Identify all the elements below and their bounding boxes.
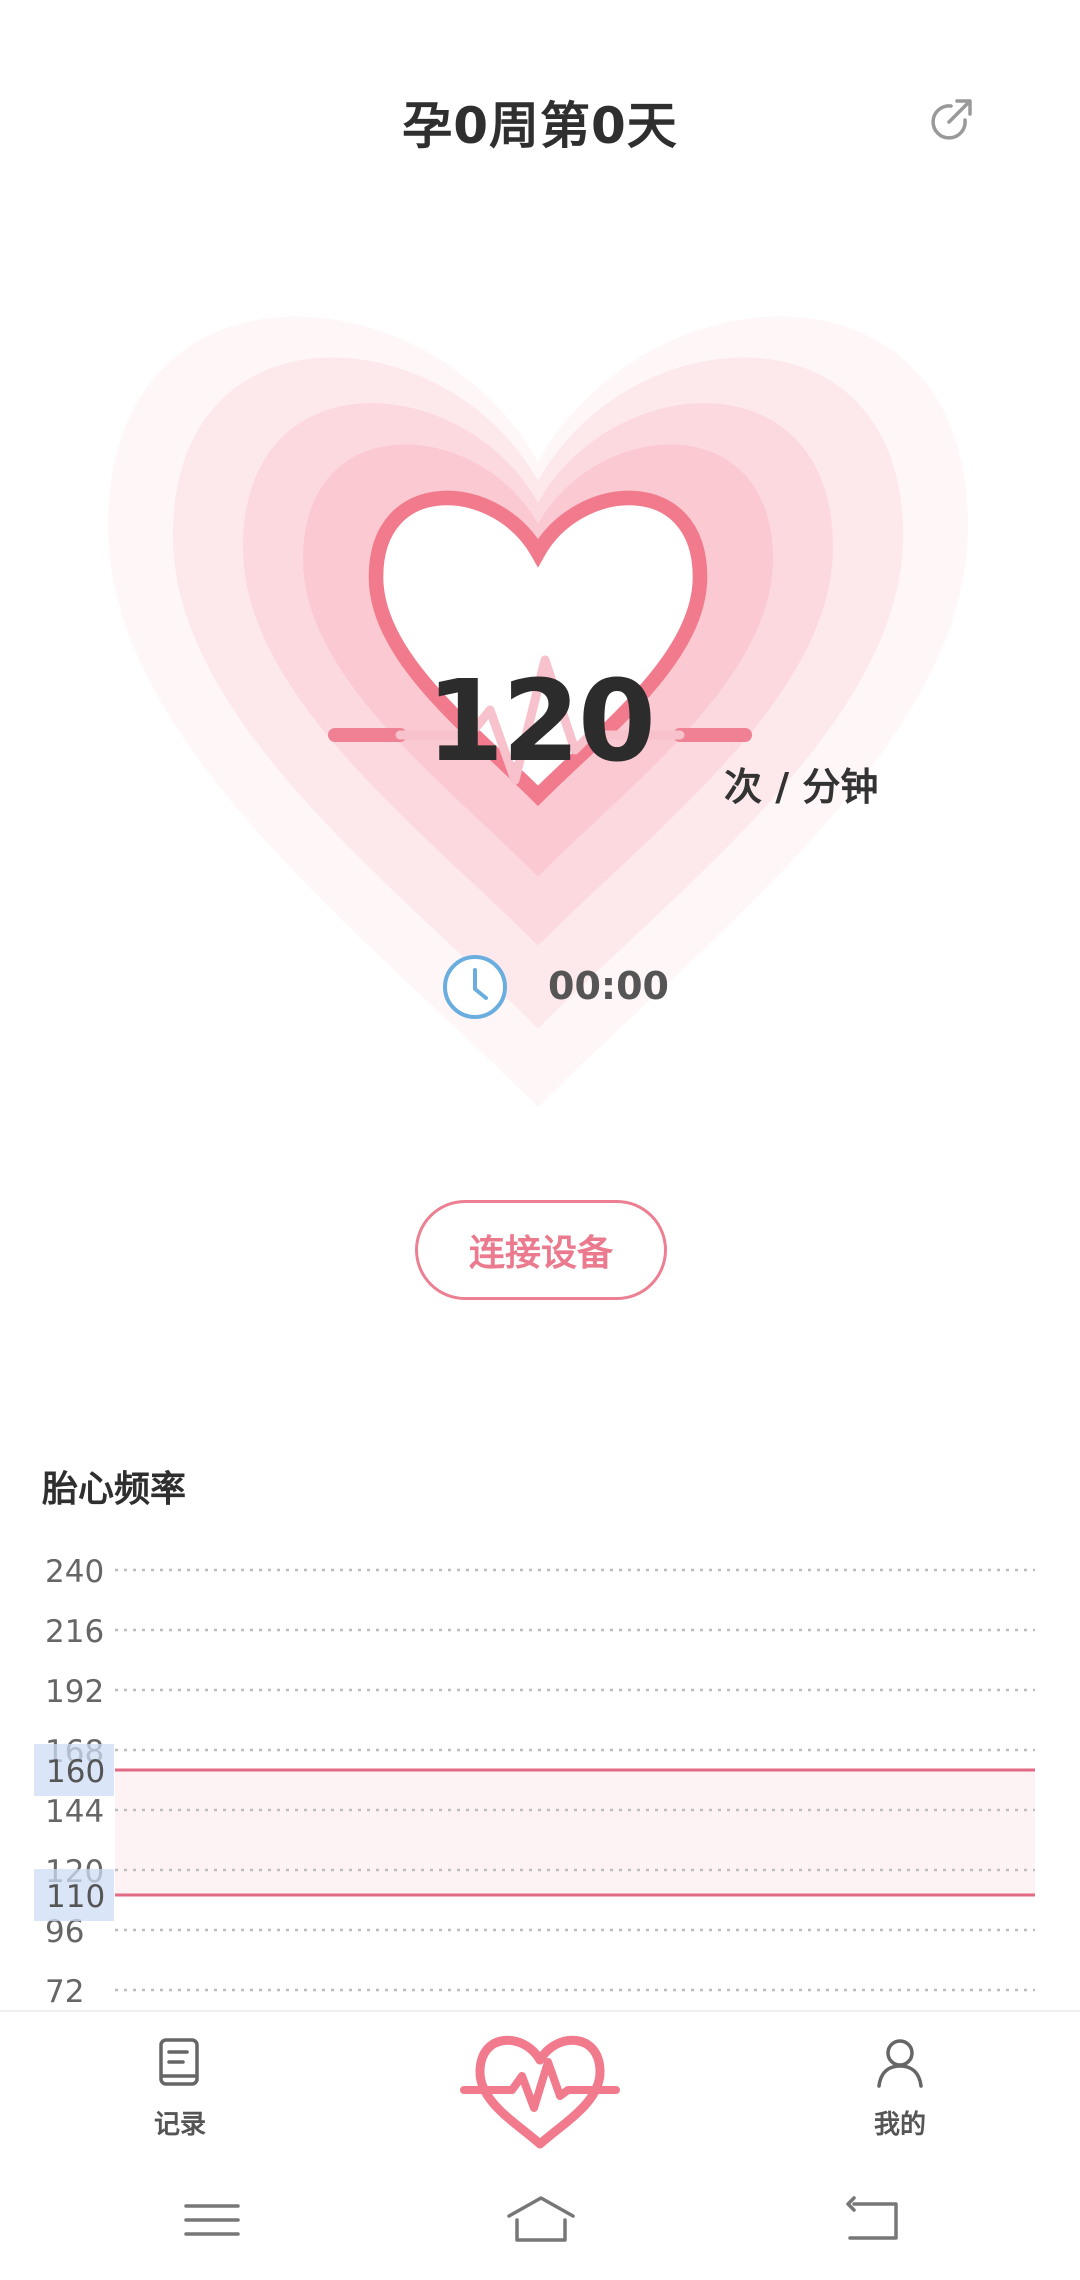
connect-device-button[interactable]: 连接设备 xyxy=(415,1200,667,1300)
fetal-heart-rate-chart: 2402161921681441209672160110 xyxy=(34,1554,1035,2010)
heart-rate-unit: 次 / 分钟 xyxy=(724,765,879,809)
header: 孕0周第0天 xyxy=(0,0,1080,240)
user-icon xyxy=(875,2036,925,2090)
heartbeat-icon[interactable] xyxy=(460,2022,620,2152)
y-tick-label: 240 xyxy=(45,1554,104,1590)
book-icon xyxy=(155,2036,205,2090)
heartbeat-hero: 120 次 / 分钟 00:00 xyxy=(0,300,1080,1160)
nav-label-records: 记录 xyxy=(153,2110,206,2140)
clock-icon xyxy=(440,952,510,1022)
bottom-nav: 记录 我的 xyxy=(0,2010,1080,2162)
menu-icon[interactable] xyxy=(180,2192,244,2248)
nav-label-mine: 我的 xyxy=(873,2110,926,2140)
nav-item-records[interactable]: 记录 xyxy=(90,2012,270,2162)
y-tick-label: 192 xyxy=(45,1674,104,1710)
home-icon[interactable] xyxy=(505,2192,575,2248)
y-tick-label: 216 xyxy=(45,1614,104,1650)
normal-range-band xyxy=(115,1770,1035,1895)
chart-title: 胎心频率 xyxy=(42,1469,187,1510)
reference-line-label: 160 xyxy=(46,1754,105,1790)
y-tick-label: 72 xyxy=(45,1974,84,2010)
page-title: 孕0周第0天 xyxy=(402,97,678,155)
reference-line-label: 110 xyxy=(46,1879,105,1915)
system-nav-bar xyxy=(0,2160,1080,2280)
timer-text: 00:00 xyxy=(548,964,669,1008)
heart-rate-value: 120 xyxy=(426,657,656,787)
nav-item-mine[interactable]: 我的 xyxy=(810,2012,990,2162)
y-tick-label: 144 xyxy=(45,1794,104,1830)
share-icon[interactable] xyxy=(925,90,981,146)
back-icon[interactable] xyxy=(840,2192,904,2248)
